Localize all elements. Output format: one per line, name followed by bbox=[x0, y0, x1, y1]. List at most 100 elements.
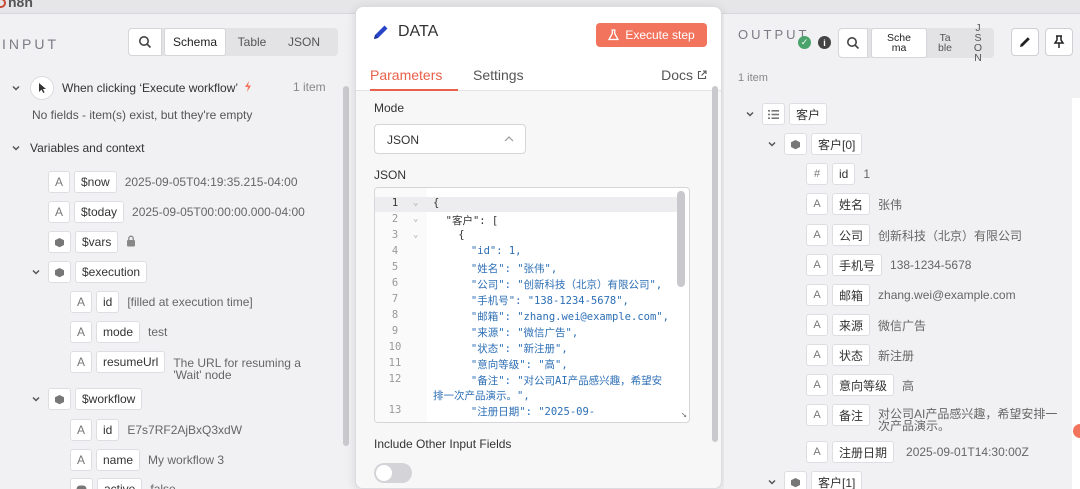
input-scrollbar[interactable] bbox=[343, 86, 349, 446]
input-view-schema[interactable]: Schema bbox=[164, 28, 226, 56]
output-field-row[interactable]: A 来源 微信广告 bbox=[806, 314, 926, 336]
output-field-key: 意向等级 bbox=[832, 374, 895, 396]
chevron-down-icon bbox=[30, 266, 42, 278]
code-line: { bbox=[433, 229, 465, 241]
execution-field-mode[interactable]: A mode test bbox=[70, 321, 167, 343]
output-view-table[interactable]: Table bbox=[929, 28, 961, 58]
input-search-button[interactable] bbox=[128, 28, 162, 56]
output-field-row[interactable]: A 公司 创新科技（北京）有限公司 bbox=[806, 224, 1022, 246]
execution-field-id[interactable]: A id [filled at execution time] bbox=[70, 291, 253, 313]
output-field-row[interactable]: A 意向等级 高 bbox=[806, 374, 914, 396]
string-type-icon: A bbox=[70, 291, 92, 313]
info-icon[interactable]: i bbox=[818, 36, 831, 49]
string-type-icon: A bbox=[806, 344, 828, 366]
var-key: $vars bbox=[75, 231, 119, 253]
code-line: "客户": [ bbox=[433, 215, 499, 227]
notification-badge-icon[interactable] bbox=[1073, 424, 1080, 438]
output-field-row[interactable]: A 备注 对公司AI产品感兴趣，希望安排一次产品演示。 bbox=[806, 404, 1064, 432]
editor-scrollbar[interactable] bbox=[677, 191, 685, 287]
output-field-row[interactable]: A 姓名 张伟 bbox=[806, 193, 902, 215]
mode-label: Mode bbox=[374, 101, 405, 115]
dialog-scrollbar[interactable] bbox=[712, 86, 718, 442]
output-item-row[interactable]: 客户[0] bbox=[766, 133, 863, 155]
output-next-item-row[interactable]: 客户[1] bbox=[766, 471, 863, 489]
json-editor[interactable]: 1 ⌄ { 2 ⌄ "客户": [ 3 ⌄ { 4 "id": 1, 5 "姓名… bbox=[374, 187, 690, 423]
output-panel: OUTPUT ✓ i Schema Table JSON 1 item 客户 客… bbox=[724, 14, 1080, 489]
fold-chevron-icon[interactable]: ⌄ bbox=[413, 214, 418, 224]
tab-parameters[interactable]: Parameters bbox=[370, 67, 442, 83]
output-field-value: 138-1234-5678 bbox=[890, 258, 972, 272]
execution-row[interactable]: $execution bbox=[30, 261, 148, 283]
var-key: $execution bbox=[75, 261, 148, 283]
workflow-field-active[interactable]: active false bbox=[70, 478, 176, 489]
output-view-json[interactable]: JSON bbox=[962, 23, 994, 64]
trigger-item-count: 1 item bbox=[293, 80, 326, 94]
field-key: name bbox=[96, 449, 141, 471]
var-row-today[interactable]: A $today 2025-09-05T00:00:00.000-04:00 bbox=[48, 201, 305, 223]
workflow-field-name[interactable]: A name My workflow 3 bbox=[70, 449, 224, 471]
field-value: E7s7RF2AjBxQ3xdW bbox=[127, 423, 243, 437]
field-value: The URL for resuming a 'Wait' node bbox=[173, 356, 301, 382]
output-field-key: 状态 bbox=[832, 344, 871, 366]
output-view-schema[interactable]: Schema bbox=[871, 28, 927, 58]
output-field-value: 对公司AI产品感兴趣，希望安排一次产品演示。 bbox=[878, 407, 1058, 433]
line-number: 13 bbox=[388, 404, 402, 416]
var-row-now[interactable]: A $now 2025-09-05T04:19:35.215-04:00 bbox=[48, 171, 298, 193]
output-field-row[interactable]: # id 1 bbox=[806, 163, 870, 185]
tab-settings[interactable]: Settings bbox=[473, 67, 524, 83]
output-key: 客户[0] bbox=[811, 133, 863, 155]
var-row-vars[interactable]: $vars bbox=[48, 231, 136, 253]
code-line: "状态": "新注册", bbox=[433, 343, 568, 355]
node-title-area: DATA bbox=[372, 23, 438, 41]
line-number: 7 bbox=[391, 293, 399, 305]
mode-select-value: JSON bbox=[387, 133, 420, 147]
output-field-key: 公司 bbox=[832, 224, 871, 246]
pin-data-button[interactable] bbox=[1045, 28, 1073, 56]
output-field-row[interactable]: A 注册日期 2025-09-01T14:30:00Z bbox=[806, 441, 1029, 463]
workflow-row[interactable]: $workflow bbox=[30, 388, 143, 410]
trigger-node-row[interactable]: When clicking ‘Execute workflow’ bbox=[10, 76, 252, 100]
code-line: "姓名": "张伟", bbox=[433, 263, 558, 275]
output-field-row[interactable]: A 状态 新注册 bbox=[806, 344, 914, 366]
output-field-row[interactable]: A 邮箱 zhang.wei@example.com bbox=[806, 284, 1016, 306]
include-other-fields-toggle[interactable] bbox=[374, 463, 412, 483]
execution-field-resumeurl[interactable]: A resumeUrl The URL for resuming a 'Wait… bbox=[70, 351, 313, 381]
output-field-key: id bbox=[832, 163, 856, 185]
variables-header: Variables and context bbox=[30, 141, 145, 155]
number-type-icon: # bbox=[806, 163, 828, 185]
output-field-key: 来源 bbox=[832, 314, 871, 336]
chevron-down-icon bbox=[10, 82, 22, 94]
brand-logo-icon bbox=[0, 0, 6, 8]
variables-section[interactable]: Variables and context bbox=[10, 141, 145, 155]
input-view-json[interactable]: JSON bbox=[278, 28, 330, 56]
lock-icon bbox=[126, 235, 136, 250]
fold-chevron-icon[interactable]: ⌄ bbox=[413, 230, 418, 240]
field-key: active bbox=[97, 478, 143, 489]
input-view-table[interactable]: Table bbox=[226, 28, 278, 56]
output-panel-title: OUTPUT bbox=[738, 27, 810, 42]
chevron-down-icon bbox=[766, 476, 778, 488]
fold-chevron-icon[interactable]: ⌄ bbox=[413, 198, 418, 208]
output-view-table-label: Table bbox=[938, 32, 953, 54]
workflow-field-id[interactable]: A id E7s7RF2AjBxQ3xdW bbox=[70, 419, 242, 441]
line-number: 12 bbox=[388, 373, 402, 385]
pencil-icon bbox=[1020, 37, 1030, 47]
pin-icon bbox=[1053, 35, 1065, 48]
line-number: 8 bbox=[391, 309, 399, 321]
output-root-row[interactable]: 客户 bbox=[744, 103, 828, 125]
code-line: "公司": "创新科技（北京）有限公司", bbox=[433, 279, 663, 291]
output-field-row[interactable]: A 手机号 138-1234-5678 bbox=[806, 254, 971, 276]
execute-step-button[interactable]: Execute step bbox=[596, 23, 707, 47]
string-type-icon: A bbox=[806, 314, 828, 336]
output-search-button[interactable] bbox=[838, 28, 868, 58]
docs-link[interactable]: Docs bbox=[661, 67, 707, 83]
brand-name: n8n bbox=[8, 0, 33, 10]
edit-output-button[interactable] bbox=[1011, 28, 1039, 56]
execute-step-label: Execute step bbox=[625, 28, 695, 42]
output-field-value: zhang.wei@example.com bbox=[878, 288, 1016, 302]
var-value: 2025-09-05T00:00:00.000-04:00 bbox=[132, 205, 305, 219]
field-value: My workflow 3 bbox=[148, 453, 225, 467]
mode-select[interactable]: JSON bbox=[374, 124, 526, 154]
resize-handle-icon[interactable]: ↘ bbox=[681, 409, 687, 420]
object-type-icon bbox=[784, 133, 807, 155]
